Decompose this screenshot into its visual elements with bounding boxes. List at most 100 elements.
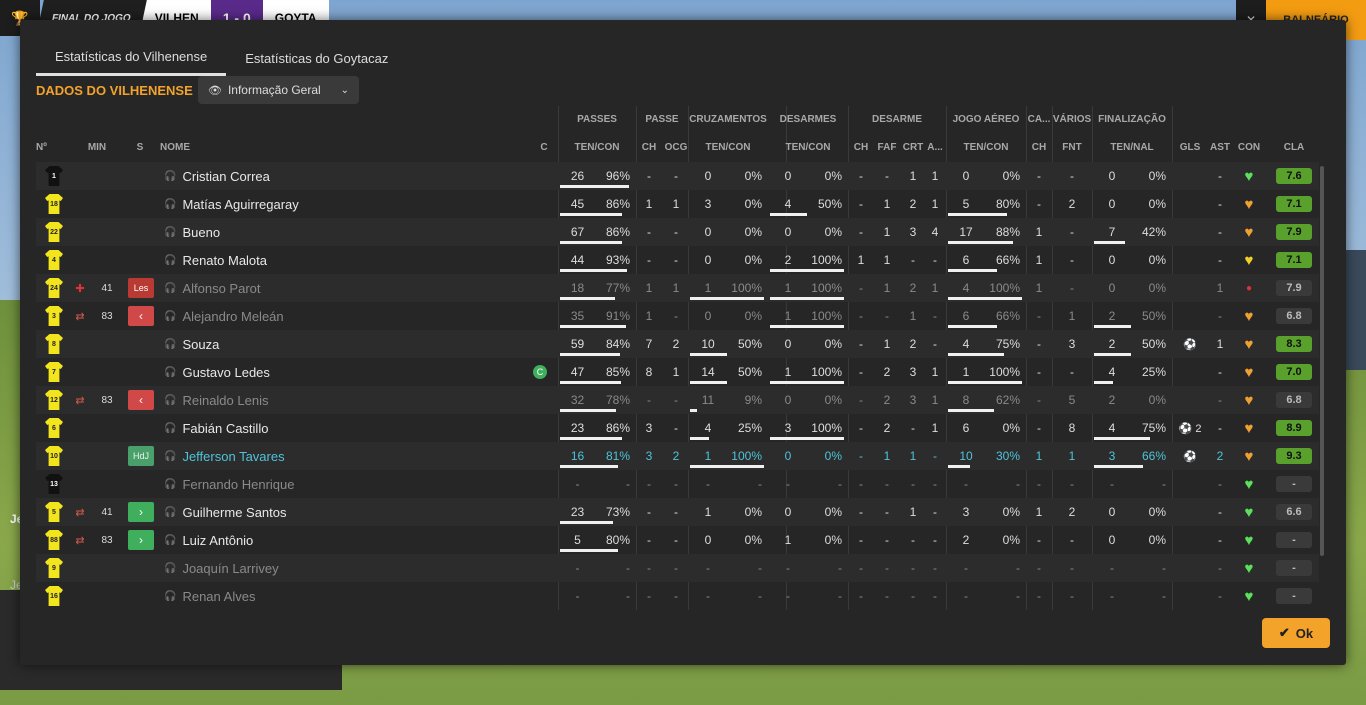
table-row[interactable]: 88 ⇄ 83 › 🎧 Luiz Antônio 5 80% - -0 0% 1 0% - - - -2 0% - -… xyxy=(36,526,1319,554)
player-name[interactable]: 🎧 Renato Malota xyxy=(164,246,524,274)
player-name[interactable]: 🎧 Bueno xyxy=(164,218,524,246)
table-row[interactable]: 7 🎧 Gustavo Ledes C 47 85% 8 1 14 50% 1 100% -2 3 1 1 10… xyxy=(36,358,1319,386)
tackle-faf: 1 xyxy=(883,281,891,295)
headset-icon: 🎧 xyxy=(164,534,177,546)
condition-heart-icon: ♥ xyxy=(1234,246,1264,274)
tab-vilhenense-stats[interactable]: Estatísticas do Vilhenense xyxy=(36,40,227,76)
captain-icon: C xyxy=(532,358,548,386)
player-name[interactable]: 🎧 Alejandro Meleán xyxy=(164,302,524,330)
table-row[interactable]: 6 🎧 Fabián Castillo 23 86% 3-4 25% 3 100% -2-1 6 0%… xyxy=(36,414,1319,442)
player-name[interactable]: 🎧 Joaquín Larrivey xyxy=(164,554,524,582)
player-stats-table: PASSES PASSE CRUZAMENTOS DESARMES DESARME JOG… xyxy=(36,106,1319,610)
status-badge: ‹ xyxy=(128,386,154,414)
shots-attempts: 0 xyxy=(1108,253,1116,267)
condition-heart-icon: ● xyxy=(1234,274,1264,302)
tackle-ch: - xyxy=(859,589,863,603)
aerial-attempts: - xyxy=(964,477,968,491)
table-row[interactable]: 13 🎧 Fernando Henrique - - - - - - - - - - - - - - - - - - - ♥… xyxy=(36,470,1319,498)
tackles-percent: 0% xyxy=(824,449,842,463)
assists: - xyxy=(1218,421,1222,435)
table-row[interactable]: 12 ⇄ 83 ‹ 🎧 Reinaldo Lenis 32 78% - -11 9% 0 0% -2 3 1 8… xyxy=(36,386,1319,414)
player-name[interactable]: 🎧 Gustavo Ledes xyxy=(164,358,524,386)
minute-value: 41 xyxy=(101,506,113,518)
crosses-bar xyxy=(690,465,764,468)
player-shirt-icon: 7 xyxy=(42,358,66,386)
assists: - xyxy=(1218,561,1222,575)
shirt-number: 5 xyxy=(45,502,63,522)
tackle-a: - xyxy=(933,449,937,463)
player-shirt-icon: 1 xyxy=(42,162,66,190)
crosses-percent: 50% xyxy=(737,365,762,379)
minute-value xyxy=(96,442,118,470)
cards: - xyxy=(1037,337,1041,351)
table-row[interactable]: 9 🎧 Joaquín Larrivey - - - - - - - - - - - - - - - - - - - ♥ - xyxy=(36,554,1319,582)
rating-badge: 7.9 xyxy=(1276,280,1312,296)
player-name[interactable]: 🎧 Reinaldo Lenis xyxy=(164,386,524,414)
table-row[interactable]: 10 HdJ 🎧 Jefferson Tavares 16 81% 3 2 1 100% 0 0% -1… xyxy=(36,442,1319,470)
crosses-attempts: 0 xyxy=(704,253,712,267)
cards: 1 xyxy=(1035,225,1043,239)
pass-chances: - xyxy=(647,589,651,603)
headset-icon: 🎧 xyxy=(164,394,177,406)
player-name[interactable]: 🎧 Alfonso Parot xyxy=(164,274,524,302)
ok-button[interactable]: ✔ Ok xyxy=(1262,618,1330,648)
table-row[interactable]: 5 ⇄ 41 › 🎧 Guilherme Santos 23 73% - -1 0% 0 0% - -1-3… xyxy=(36,498,1319,526)
tackle-a: 1 xyxy=(931,281,939,295)
heart-icon: ♥ xyxy=(1244,587,1254,605)
pass-key: 2 xyxy=(672,449,680,463)
player-name[interactable]: 🎧 Fernando Henrique xyxy=(164,470,524,498)
player-name[interactable]: 🎧 Guilherme Santos xyxy=(164,498,524,526)
rating-badge: 7.1 xyxy=(1276,252,1312,268)
shots-percent: 0% xyxy=(1148,197,1166,211)
group-header: DESARMES xyxy=(779,114,837,125)
heart-icon: ♥ xyxy=(1244,531,1254,549)
crosses-percent: 0% xyxy=(744,309,762,323)
player-name[interactable]: 🎧 Matías Aguirregaray xyxy=(164,190,524,218)
pass-key: - xyxy=(674,393,678,407)
table-row[interactable]: 18 🎧 Matías Aguirregaray 45 86% 1 1 3 0% 4 50% -1 2 1… xyxy=(36,190,1319,218)
view-dropdown[interactable]: 👁 Informação Geral ⌄ xyxy=(198,76,359,104)
pass-chances: - xyxy=(647,253,651,267)
assists: - xyxy=(1218,197,1222,211)
scrollbar[interactable] xyxy=(1320,166,1324,556)
heart-icon: ♥ xyxy=(1244,363,1254,381)
table-row[interactable]: 16 🎧 Renan Alves - - - - - - - - - - - - - - - - - - - ♥ - xyxy=(36,582,1319,610)
player-name[interactable]: 🎧 Fabián Castillo xyxy=(164,414,524,442)
player-name[interactable]: 🎧 Renan Alves xyxy=(164,582,524,610)
table-row[interactable]: 1 🎧 Cristian Correa 26 96% - -0 0% 0 0% - -1 1 0 0% - -0… xyxy=(36,162,1319,190)
tackles-attempts: 0 xyxy=(784,505,792,519)
column-header: TEN/CON xyxy=(963,142,1009,153)
table-row[interactable]: 24 ✚ 41 Les 🎧 Alfonso Parot 18 77% 1 1 1 100% 1 100% -… xyxy=(36,274,1319,302)
rating-cell: 7.1 xyxy=(1276,246,1312,274)
player-name[interactable]: 🎧 Luiz Antônio xyxy=(164,526,524,554)
tackles-attempts: - xyxy=(786,477,790,491)
table-row[interactable]: 4 🎧 Renato Malota 44 93% - -0 0% 2 100% 1 1- -6 66% 1-… xyxy=(36,246,1319,274)
tackle-crt: 3 xyxy=(909,225,917,239)
goals xyxy=(1176,582,1204,610)
passes-bar xyxy=(560,465,618,468)
crosses-percent: 0% xyxy=(744,225,762,239)
tackle-faf: - xyxy=(885,169,889,183)
substitution-icon: ⇄ xyxy=(75,310,85,323)
headset-icon: 🎧 xyxy=(164,338,177,350)
table-row[interactable]: 8 🎧 Souza 59 84% 7 2 10 50% 0 0% -1 2-4 75% -3 2 50% ⚽ 1 ♥ 8… xyxy=(36,330,1319,358)
crosses-attempts: - xyxy=(706,561,710,575)
goals xyxy=(1176,190,1204,218)
player-name[interactable]: 🎧 Jefferson Tavares xyxy=(164,442,524,470)
column-header: TEN/CON xyxy=(705,142,751,153)
player-name[interactable]: 🎧 Cristian Correa xyxy=(164,162,524,190)
table-row[interactable]: 22 🎧 Bueno 67 86% - -0 0% 0 0% -1 3 4 17 88% 1-7 42% - ♥ 7.… xyxy=(36,218,1319,246)
player-name[interactable]: 🎧 Souza xyxy=(164,330,524,358)
rating-cell: - xyxy=(1276,582,1312,610)
player-shirt-icon: 4 xyxy=(42,246,66,274)
aerial-attempts: - xyxy=(964,561,968,575)
shots-bar xyxy=(1094,353,1131,356)
table-row[interactable]: 3 ⇄ 83 ‹ 🎧 Alejandro Meleán 35 91% 1-0 0% 1 100% - -1… xyxy=(36,302,1319,330)
player-shirt-icon: 9 xyxy=(42,554,66,582)
tab-goytacaz-stats[interactable]: Estatísticas do Goytacaz xyxy=(226,40,407,76)
condition-heart-icon: ♥ xyxy=(1234,526,1264,554)
group-header: JOGO AÉREO xyxy=(952,114,1020,125)
player-name-text: Alejandro Meleán xyxy=(182,308,284,324)
tackle-a: - xyxy=(933,337,937,351)
crosses-bar xyxy=(690,437,709,440)
